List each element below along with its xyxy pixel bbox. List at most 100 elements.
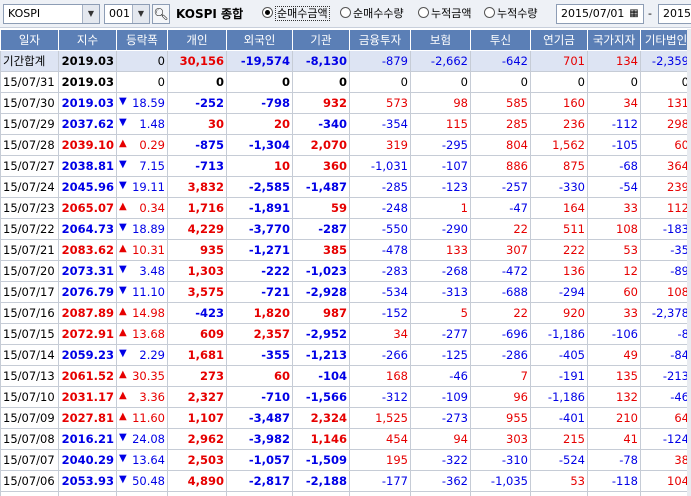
index-value-cell: 2019.03 xyxy=(58,92,117,114)
table-row[interactable]: 15/07/06 2053.93 ▼ 50.48 4,890 -2,817 -2,188 -1… xyxy=(0,470,691,492)
table-row[interactable]: 15/07/10 2031.17 ▲ 3.36 2,327 -710 -1,566 -312-… xyxy=(0,386,691,408)
calendar-icon[interactable]: ▦ xyxy=(626,6,642,22)
investor-value-cell: 7 xyxy=(470,365,531,387)
investor-value-cell: -286 xyxy=(470,344,531,366)
change-cell: ▼2.92 xyxy=(116,491,168,496)
down-triangle-icon: ▼ xyxy=(119,474,127,485)
investor-value-cell: -106 xyxy=(587,323,641,345)
change-cell: ▲ 13.68 xyxy=(116,323,168,345)
column-header[interactable]: 보험 xyxy=(410,29,471,51)
code-select[interactable]: 001 ▼ xyxy=(104,4,150,24)
date-cell: 15/07/16 xyxy=(0,302,59,324)
investor-value-cell: 585 xyxy=(470,92,531,114)
up-triangle-icon: ▲ xyxy=(119,138,127,149)
change-cell: ▼ 24.08 xyxy=(116,428,168,450)
column-header[interactable]: 일자 xyxy=(0,29,59,51)
table-row[interactable]: 15/07/28 2039.10 ▲ 0.29 -875 -1,304 2,070 319 -2… xyxy=(0,134,691,156)
radio-cum-amount[interactable]: 누적금액 xyxy=(418,4,471,24)
table-row[interactable]: 15/07/14 2059.23 ▼ 2.29 1,681 -355 -1,213 -266-… xyxy=(0,344,691,366)
table-row[interactable]: 15/07/29 2037.62 ▼ 1.48 30 20 -340 -354 115 285 23… xyxy=(0,113,691,135)
change-cell: ▲ 10.31 xyxy=(116,239,168,261)
column-header[interactable]: 투신 xyxy=(470,29,531,51)
table-header: 일자 지수 등락폭 개인 외국인 기관 금융투자 보험 투신 연기금 국가지자 기타법인 xyxy=(0,29,691,51)
end-date-field[interactable]: 2015 xyxy=(658,4,691,24)
column-header[interactable]: 금융투자 xyxy=(349,29,411,51)
market-select[interactable]: KOSPI ▼ xyxy=(3,4,100,24)
column-header[interactable]: 등락폭 xyxy=(116,29,168,51)
change-value: 18.89 xyxy=(132,222,165,236)
investor-value-cell: -478 xyxy=(349,239,411,261)
index-value-cell: 2039.10 xyxy=(58,134,117,156)
up-triangle-icon: ▲ xyxy=(119,201,127,212)
investor-value-cell: 364 xyxy=(640,155,691,177)
chevron-down-icon[interactable]: ▼ xyxy=(132,5,149,23)
index-value-cell: 2019.03 xyxy=(58,71,117,93)
column-header[interactable]: 지수 xyxy=(58,29,117,51)
investor-value-cell: 298 xyxy=(640,113,691,135)
column-header[interactable]: 연기금 xyxy=(530,29,588,51)
investor-value-cell: 0 xyxy=(587,71,641,93)
index-value-cell: 2053.93 xyxy=(58,470,117,492)
table-row[interactable]: 15/07/032104.41▼2.921,209-120-70419933-1… xyxy=(0,491,691,496)
investor-value-cell: -405 xyxy=(530,344,588,366)
change-value: 1.48 xyxy=(139,117,165,131)
change-value: 30.35 xyxy=(132,369,165,383)
start-date-field[interactable]: 2015/07/01 ▦ xyxy=(556,4,644,24)
table-row[interactable]: 15/07/08 2016.21 ▼ 24.08 2,962 -3,982 1,146 454… xyxy=(0,428,691,450)
table-row[interactable]: 15/07/30 2019.03 ▼ 18.59 -252 -798 932 573 98 585… xyxy=(0,92,691,114)
index-value-cell: 2037.62 xyxy=(58,113,117,135)
investor-value-cell: 0 xyxy=(470,71,531,93)
radio-net-buy-amount[interactable]: 순매수금액 xyxy=(262,4,330,24)
table-row[interactable]: 15/07/15 2072.91 ▲ 13.68 609 2,357 -2,952 34 -27… xyxy=(0,323,691,345)
table-row[interactable]: 15/07/21 2083.62 ▲ 10.31 935 -1,271 385 -478 133… xyxy=(0,239,691,261)
vertical-scrollbar[interactable] xyxy=(687,29,691,496)
investor-value-cell: 2,324 xyxy=(292,407,350,429)
table-row[interactable]: 15/07/31 2019.03 0 0 0 0 0 0 0 0 0 0 xyxy=(0,71,691,93)
table-row[interactable]: 15/07/24 2045.96 ▼ 19.11 3,832 -2,585 -1,487 -2… xyxy=(0,176,691,198)
table-row[interactable]: 15/07/23 2065.07 ▲ 0.34 1,716 -1,891 59 -248 1 -4… xyxy=(0,197,691,219)
investor-value-cell: -1,031 xyxy=(349,155,411,177)
investor-value-cell: 319 xyxy=(349,134,411,156)
investor-value-cell: 94 xyxy=(410,428,471,450)
investor-value-cell: -19,574 xyxy=(226,50,293,72)
column-header[interactable]: 기타법인 xyxy=(640,29,691,51)
radio-cum-qty[interactable]: 누적수량 xyxy=(484,4,537,24)
radio-dot-icon xyxy=(418,7,429,18)
table-row[interactable]: 15/07/13 2061.52 ▲ 30.35 273 60 -104 168 -46 7 -19… xyxy=(0,365,691,387)
investor-value-cell: -273 xyxy=(410,407,471,429)
search-button[interactable]: 🔍︎ xyxy=(152,4,170,24)
table-row[interactable]: 15/07/20 2073.31 ▼ 3.48 1,303 -222 -1,023 -283-… xyxy=(0,260,691,282)
column-header[interactable]: 국가지자 xyxy=(587,29,641,51)
index-value-cell: 2045.96 xyxy=(58,176,117,198)
investor-value-cell: -550 xyxy=(349,218,411,240)
investor-value-cell: 303 xyxy=(470,428,531,450)
investor-value-cell: 1,716 xyxy=(167,197,227,219)
change-value: 0.34 xyxy=(139,201,165,215)
investor-value-cell: -2,952 xyxy=(292,323,350,345)
investor-value-cell: -266 xyxy=(349,344,411,366)
table-row[interactable]: 15/07/17 2076.79 ▼ 11.10 3,575 -721 -2,928 -534… xyxy=(0,281,691,303)
index-value-cell: 2031.17 xyxy=(58,386,117,408)
table-row[interactable]: 15/07/16 2087.89 ▲ 14.98 -423 1,820 987 -152 5 22… xyxy=(0,302,691,324)
chevron-down-icon[interactable]: ▼ xyxy=(82,5,99,23)
up-triangle-icon: ▲ xyxy=(119,411,127,422)
investor-value-cell: -112 xyxy=(587,113,641,135)
index-value-cell: 2073.31 xyxy=(58,260,117,282)
radio-dot-icon xyxy=(262,7,273,18)
column-header[interactable]: 외국인 xyxy=(226,29,293,51)
investor-value-cell: 920 xyxy=(530,302,588,324)
table-row[interactable]: 15/07/22 2064.73 ▼ 18.89 4,229 -3,770 -287 -550… xyxy=(0,218,691,240)
table-row[interactable]: 15/07/07 2040.29 ▼ 13.64 2,503 -1,057 -1,509 19… xyxy=(0,449,691,471)
investor-value-cell: -386 xyxy=(640,491,691,496)
investor-value-cell: -8 xyxy=(640,323,691,345)
column-header[interactable]: 개인 xyxy=(167,29,227,51)
table-row[interactable]: 15/07/27 2038.81 ▼ 7.15 -713 10 360 -1,031 -107 8… xyxy=(0,155,691,177)
column-header[interactable]: 기관 xyxy=(292,29,350,51)
investor-value-cell: 875 xyxy=(530,155,588,177)
period-total-row[interactable]: 기간합계 2019.03 0 30,156 -19,574 -8,130 -879 -2,66… xyxy=(0,50,691,72)
table-row[interactable]: 15/07/09 2027.81 ▲ 11.60 1,107 -3,487 2,324 1,5… xyxy=(0,407,691,429)
down-triangle-icon: ▼ xyxy=(119,96,127,107)
investor-value-cell: 60 xyxy=(640,134,691,156)
radio-net-buy-qty[interactable]: 순매수수량 xyxy=(340,4,404,24)
up-triangle-icon: ▲ xyxy=(119,369,127,380)
